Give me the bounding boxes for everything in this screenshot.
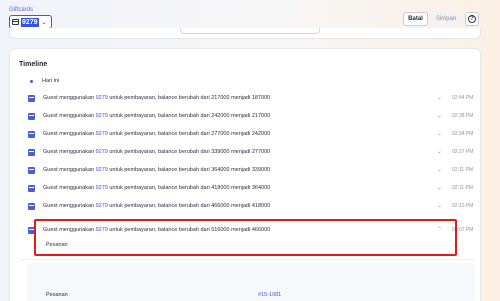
giftcard-selector[interactable]: 9279 ⌄ (9, 15, 52, 29)
entry-prefix: Guest menggunakan (43, 95, 96, 101)
timeline-title: Timeline (19, 61, 48, 68)
divider (19, 259, 475, 260)
save-button[interactable]: Simpan (432, 12, 460, 26)
expanded-detail-label: Pesanan (46, 242, 68, 248)
entry-suffix: untuk pembayaran, balance berubah dari 4… (107, 203, 271, 209)
entry-prefix: Guest menggunakan (43, 185, 96, 191)
timeline-date-label: Hari ini (42, 78, 60, 84)
timeline-entry[interactable]: Guest menggunakan 9279 untuk pembayaran,… (19, 109, 475, 126)
chevron-down-icon[interactable]: ⌄ (437, 112, 442, 119)
detail-label: Pesanan (46, 292, 68, 298)
receipt-icon (28, 149, 35, 156)
entry-time: 02:34 PM (452, 131, 474, 137)
help-button[interactable]: ? (465, 12, 479, 26)
timeline-entry[interactable]: Guest menggunakan 9279 untuk pembayaran,… (19, 127, 475, 144)
entry-suffix: untuk pembayaran, balance berubah dari 4… (107, 185, 271, 191)
card-icon (12, 19, 19, 25)
receipt-icon (28, 95, 35, 102)
entry-suffix: untuk pembayaran, balance berubah dari 2… (107, 95, 271, 101)
expanded-entry-block (27, 263, 475, 301)
entry-text: Guest menggunakan 9279 untuk pembayaran,… (43, 131, 270, 137)
receipt-icon (28, 131, 35, 138)
chevron-down-icon[interactable]: ⌄ (437, 94, 442, 101)
breadcrumb[interactable]: Giftcards (9, 7, 33, 13)
entry-text: Guest menggunakan 9279 untuk pembayaran,… (43, 149, 270, 155)
chevron-down-icon[interactable]: ⌄ (437, 202, 442, 209)
timeline-card: Timeline Hari ini Guest menggunakan 9279… (9, 48, 481, 301)
details-card (9, 28, 481, 39)
entry-time: 02:11 PM (452, 185, 474, 191)
giftcard-selector-value: 9279 (21, 17, 39, 27)
entry-prefix: Guest menggunakan (43, 131, 96, 137)
giftcard-link[interactable]: 9279 (96, 149, 108, 155)
chevron-down-icon[interactable]: ⌄ (437, 166, 442, 173)
entry-suffix: untuk pembayaran, balance berubah dari 3… (107, 167, 271, 173)
entry-prefix: Guest menggunakan (43, 113, 96, 119)
giftcard-link[interactable]: 9279 (96, 203, 108, 209)
giftcard-link[interactable]: 9279 (96, 167, 108, 173)
order-link[interactable]: #15-1081 (258, 292, 281, 298)
help-circle-icon: ? (468, 15, 476, 23)
entry-prefix: Guest menggunakan (43, 167, 96, 173)
cancel-button[interactable]: Batal (403, 12, 428, 26)
giftcard-link[interactable]: 9279 (96, 113, 108, 119)
entry-text: Guest menggunakan 9279 untuk pembayaran,… (43, 185, 270, 191)
giftcard-link[interactable]: 9279 (96, 185, 108, 191)
entry-suffix: untuk pembayaran, balance berubah dari 3… (107, 149, 271, 155)
timeline-entry[interactable]: Guest menggunakan 9279 untuk pembayaran,… (19, 163, 475, 180)
entry-text: Guest menggunakan 9279 untuk pembayaran,… (43, 203, 270, 209)
entry-time: 02:38 PM (452, 113, 474, 119)
chevron-down-icon[interactable]: ⌄ (437, 148, 442, 155)
timeline-entry[interactable]: Guest menggunakan 9279 untuk pembayaran,… (19, 91, 475, 108)
details-card-field (180, 28, 320, 34)
chevron-down-icon: ⌄ (41, 19, 47, 26)
chevron-down-icon[interactable]: ⌄ (437, 184, 442, 191)
entry-time: 02:27 PM (452, 149, 474, 155)
entry-prefix: Guest menggunakan (43, 149, 96, 155)
timeline-entry[interactable]: Guest menggunakan 9279 untuk pembayaran,… (19, 145, 475, 162)
entry-time: 02:44 PM (452, 95, 474, 101)
entry-text: Guest menggunakan 9279 untuk pembayaran,… (43, 95, 270, 101)
entry-text: Guest menggunakan 9279 untuk pembayaran,… (43, 167, 270, 173)
receipt-icon (28, 167, 35, 174)
timeline-entry[interactable]: Guest menggunakan 9279 untuk pembayaran,… (19, 199, 475, 216)
receipt-icon (28, 203, 35, 210)
entry-suffix: untuk pembayaran, balance berubah dari 2… (107, 113, 271, 119)
giftcard-link[interactable]: 9279 (96, 95, 108, 101)
entry-time: 02:11 PM (452, 167, 474, 173)
entry-suffix: untuk pembayaran, balance berubah dari 2… (107, 131, 271, 137)
receipt-icon (28, 113, 35, 120)
chevron-down-icon[interactable]: ⌄ (437, 130, 442, 137)
entry-prefix: Guest menggunakan (43, 203, 96, 209)
entry-text: Guest menggunakan 9279 untuk pembayaran,… (43, 113, 270, 119)
timeline-entry[interactable]: Guest menggunakan 9279 untuk pembayaran,… (19, 181, 475, 198)
receipt-icon (28, 185, 35, 192)
giftcard-link[interactable]: 9279 (96, 131, 108, 137)
entry-time: 02:10 PM (452, 203, 474, 209)
highlighted-entry (34, 219, 457, 256)
dot-icon (30, 80, 33, 83)
